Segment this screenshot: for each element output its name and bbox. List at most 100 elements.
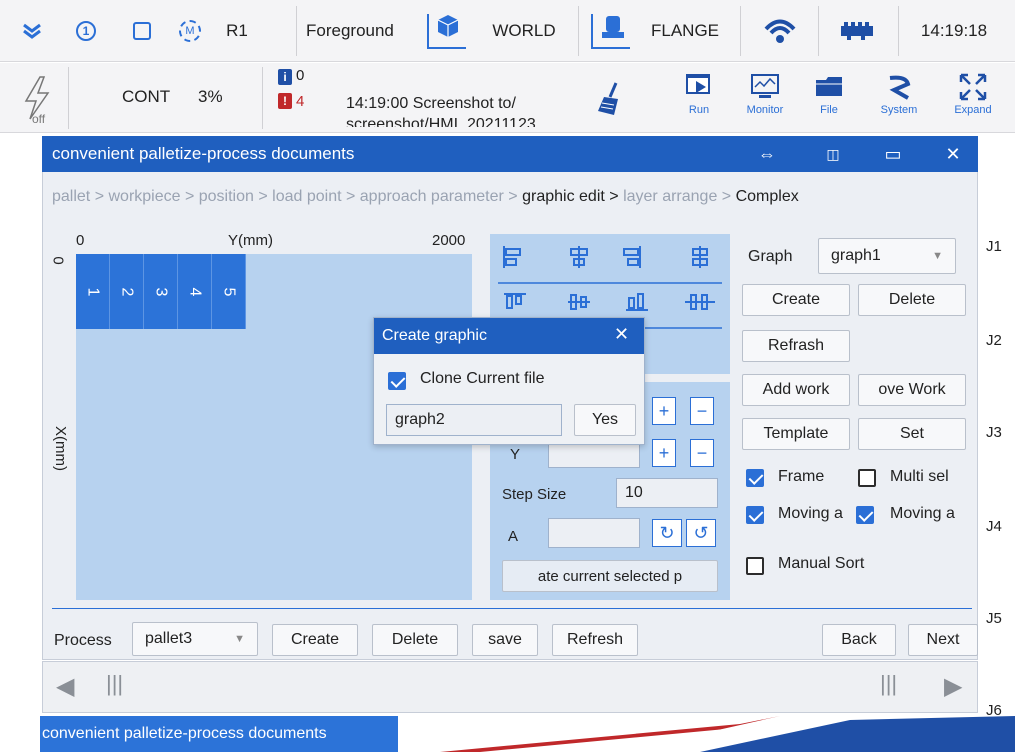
signal-icon[interactable] [752, 0, 808, 62]
close-icon[interactable]: ✕ [614, 324, 629, 345]
divider [52, 608, 972, 609]
crumb-workpiece[interactable]: workpiece [108, 188, 180, 205]
horizontal-scrollbar[interactable] [42, 661, 978, 713]
window-titlebar: convenient palletize-process documents ⇔… [42, 136, 978, 172]
frame-checkbox[interactable] [746, 469, 764, 487]
create-process-button[interactable]: Create [272, 624, 358, 656]
system-button[interactable]: System [870, 66, 928, 130]
file-button[interactable]: File [800, 66, 858, 130]
joint-label: J2 [986, 332, 1002, 349]
crumb-approach-parameter[interactable]: approach parameter [360, 188, 504, 205]
rotate-selected-button[interactable]: ate current selected p [502, 560, 718, 592]
dropdown-arrow-icon: ▼ [932, 250, 943, 262]
workpiece-cell[interactable]: 1 [76, 254, 110, 329]
rotate-cw-icon[interactable]: ↻ [652, 519, 682, 547]
scroll-left-icon[interactable]: ◀ [56, 672, 74, 701]
monitor-label: Monitor [746, 104, 784, 116]
io-icon[interactable] [826, 0, 888, 62]
workpiece-cell[interactable]: 4 [178, 254, 212, 329]
circle-one-icon[interactable]: 1 [68, 0, 104, 62]
crumb-load-point[interactable]: load point [272, 188, 341, 205]
next-button[interactable]: Next [908, 624, 978, 656]
message-area[interactable]: 14:19:00 Screenshot to/ screenshot/HMI_2… [346, 93, 572, 127]
process-select[interactable]: pallet3 ▼ [132, 622, 258, 656]
resize-horizontal-icon[interactable]: ⇔ [752, 140, 782, 168]
broom-icon[interactable] [594, 81, 628, 117]
add-work-button[interactable]: Add work [742, 374, 850, 406]
moving-a-checkbox[interactable] [746, 506, 764, 524]
moving-a-label: Moving a [778, 505, 843, 522]
error-count: 4 [296, 93, 305, 110]
crumb-graphic-edit[interactable]: graphic edit [522, 188, 605, 205]
clone-label: Clone Current file [420, 370, 545, 387]
align-middle-v-icon [568, 294, 590, 310]
crumb-layer-arrange[interactable]: layer arrange [623, 188, 717, 205]
crumb-pallet[interactable]: pallet [52, 188, 90, 205]
graph-name-input[interactable]: graph2 [386, 404, 562, 436]
set-button[interactable]: Set [858, 418, 966, 450]
m-circle-icon[interactable]: M [172, 0, 208, 62]
scroll-grip-icon[interactable]: ||| [106, 671, 123, 697]
delete-graph-button[interactable]: Delete [858, 284, 966, 316]
expand-icon [959, 73, 987, 101]
flange-label[interactable]: FLANGE [640, 0, 730, 62]
split-view-icon[interactable]: ◫ [818, 140, 848, 168]
taskbar-item[interactable]: convenient palletize-process documents [40, 716, 398, 752]
crumb-position[interactable]: position [199, 188, 254, 205]
joint-label: J4 [986, 518, 1002, 535]
system-icon [889, 75, 911, 100]
yes-button[interactable]: Yes [574, 404, 636, 436]
workpiece-cell[interactable]: 3 [144, 254, 178, 329]
maximize-icon[interactable]: ▭ [878, 140, 908, 168]
close-icon[interactable]: ✕ [938, 140, 968, 168]
graph-select[interactable]: graph1 ▼ [818, 238, 956, 274]
moving-a-2-checkbox[interactable] [856, 506, 874, 524]
delete-process-button[interactable]: Delete [372, 624, 458, 656]
monitor-icon [751, 74, 779, 98]
run-mode[interactable]: CONT [122, 87, 170, 107]
refresh-process-button[interactable]: Refresh [552, 624, 638, 656]
graph-label: Graph [748, 248, 793, 265]
align-top-icon [504, 293, 526, 309]
moving-a-2-label: Moving a [890, 505, 955, 522]
x-minus-button[interactable]: − [690, 397, 714, 425]
remove-work-button[interactable]: ove Work [858, 374, 966, 406]
workpiece-cell[interactable]: 5 [212, 254, 246, 329]
template-button[interactable]: Template [742, 418, 850, 450]
scroll-right-icon[interactable]: ▶ [944, 672, 962, 701]
multi-select-checkbox[interactable] [858, 469, 876, 487]
folder-icon [816, 77, 842, 96]
expand-button[interactable]: Expand [944, 66, 1002, 130]
clone-checkbox[interactable] [388, 372, 406, 390]
square-icon[interactable] [124, 0, 160, 62]
y-plus-button[interactable]: + [652, 439, 676, 467]
speed-value[interactable]: 3% [198, 87, 223, 107]
power-off-icon[interactable]: off [18, 73, 58, 126]
create-graph-button[interactable]: Create [742, 284, 850, 316]
workpiece-cell[interactable]: 2 [110, 254, 144, 329]
create-graphic-dialog: Create graphic ✕ Clone Current file grap… [373, 317, 645, 445]
align-center-h-icon [570, 246, 588, 268]
y-minus-button[interactable]: − [690, 439, 714, 467]
refresh-graph-button[interactable]: Refrash [742, 330, 850, 362]
graph-select-value: graph1 [831, 247, 881, 264]
monitor-button[interactable]: Monitor [736, 66, 794, 130]
manual-sort-checkbox[interactable] [746, 557, 764, 575]
run-button[interactable]: Run [670, 66, 728, 130]
save-button[interactable]: save [472, 624, 538, 656]
step-size-label: Step Size [502, 486, 567, 503]
chevron-down-icon[interactable] [14, 0, 50, 62]
rotate-ccw-icon[interactable]: ↺ [686, 519, 716, 547]
back-button[interactable]: Back [822, 624, 896, 656]
top-status-bar: 1 M R1 Foreground WORLD FLANGE 14:19:18 [0, 0, 1015, 62]
angle-input[interactable] [548, 518, 640, 548]
foreground-label[interactable]: Foreground [306, 0, 410, 62]
step-size-input[interactable]: 10 [616, 478, 718, 508]
scroll-grip-icon[interactable]: ||| [880, 671, 897, 697]
x-plus-button[interactable]: + [652, 397, 676, 425]
crumb-complex[interactable]: Complex [736, 188, 799, 205]
canvas-origin-label: 0 [76, 232, 85, 249]
dropdown-arrow-icon: ▼ [234, 633, 245, 645]
process-label: Process [54, 632, 112, 649]
world-label[interactable]: WORLD [484, 0, 564, 62]
